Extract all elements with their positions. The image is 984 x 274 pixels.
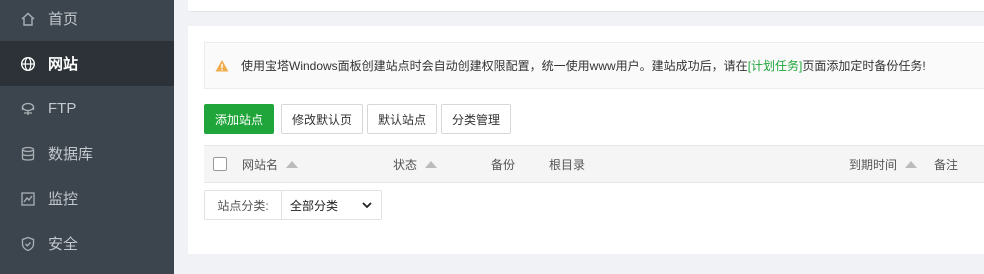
globe-icon [20,56,36,72]
chevron-down-icon [362,202,372,209]
column-remark: 备注 [934,146,958,182]
default-site-button[interactable]: 默认站点 [367,104,437,134]
column-status-label: 状态 [393,157,418,172]
shield-icon [20,236,36,252]
database-icon [20,146,36,162]
top-panel [188,0,984,12]
sidebar-item-ftp[interactable]: FTP [0,86,174,131]
sidebar-item-home[interactable]: 首页 [0,0,174,41]
sidebar-item-website[interactable]: 网站 [0,41,174,86]
sidebar: 首页 网站 FTP 数据库 监控 安全 [0,0,174,274]
column-site-name-label: 网站名 [242,157,279,172]
column-root-dir: 根目录 [549,146,585,182]
sort-up-icon [425,160,438,168]
category-select-value: 全部分类 [290,198,339,213]
sidebar-item-label: 安全 [48,236,79,253]
sidebar-item-label: 数据库 [48,146,94,163]
sidebar-item-label: 监控 [48,191,79,208]
home-icon [20,11,36,27]
table-header: 网站名 状态 备份 根目录 到期时间 备注 [204,145,984,183]
warning-icon [215,59,229,71]
sidebar-item-label: FTP [48,100,77,117]
column-remark-label: 备注 [934,157,959,172]
column-expire-time[interactable]: 到期时间 [849,146,918,182]
cron-task-link[interactable]: [计划任务] [748,57,803,74]
sidebar-item-label: 首页 [48,11,79,28]
category-filter-label: 站点分类: [205,191,282,219]
select-all-checkbox[interactable] [213,157,227,171]
category-filter: 站点分类: 全部分类 [204,190,382,220]
category-select[interactable]: 全部分类 [282,191,381,219]
notice-bar: 使用宝塔Windows面板创建站点时会自动创建权限配置，统一使用www用户。建站… [204,42,984,89]
edit-default-page-button[interactable]: 修改默认页 [281,104,363,134]
notice-text-tail: 页面添加定时备份任务! [802,59,926,73]
sidebar-item-label: 网站 [48,56,79,73]
sidebar-item-database[interactable]: 数据库 [0,131,174,176]
column-backup: 备份 [491,146,515,182]
column-expire-time-label: 到期时间 [849,157,898,172]
column-site-name[interactable]: 网站名 [242,146,299,182]
sidebar-item-monitor[interactable]: 监控 [0,176,174,221]
sort-up-icon [286,160,299,168]
sort-up-icon [905,160,918,168]
category-manage-button[interactable]: 分类管理 [441,104,511,134]
column-root-dir-label: 根目录 [549,157,586,172]
add-site-button[interactable]: 添加站点 [204,104,274,134]
site-panel: 使用宝塔Windows面板创建站点时会自动创建权限配置，统一使用www用户。建站… [188,26,984,254]
sidebar-item-security[interactable]: 安全 [0,221,174,266]
column-backup-label: 备份 [491,157,516,172]
column-status[interactable]: 状态 [393,146,438,182]
monitor-icon [20,191,36,207]
ftp-icon [20,101,36,117]
notice-text: 使用宝塔Windows面板创建站点时会自动创建权限配置，统一使用www用户。建站… [241,59,748,73]
